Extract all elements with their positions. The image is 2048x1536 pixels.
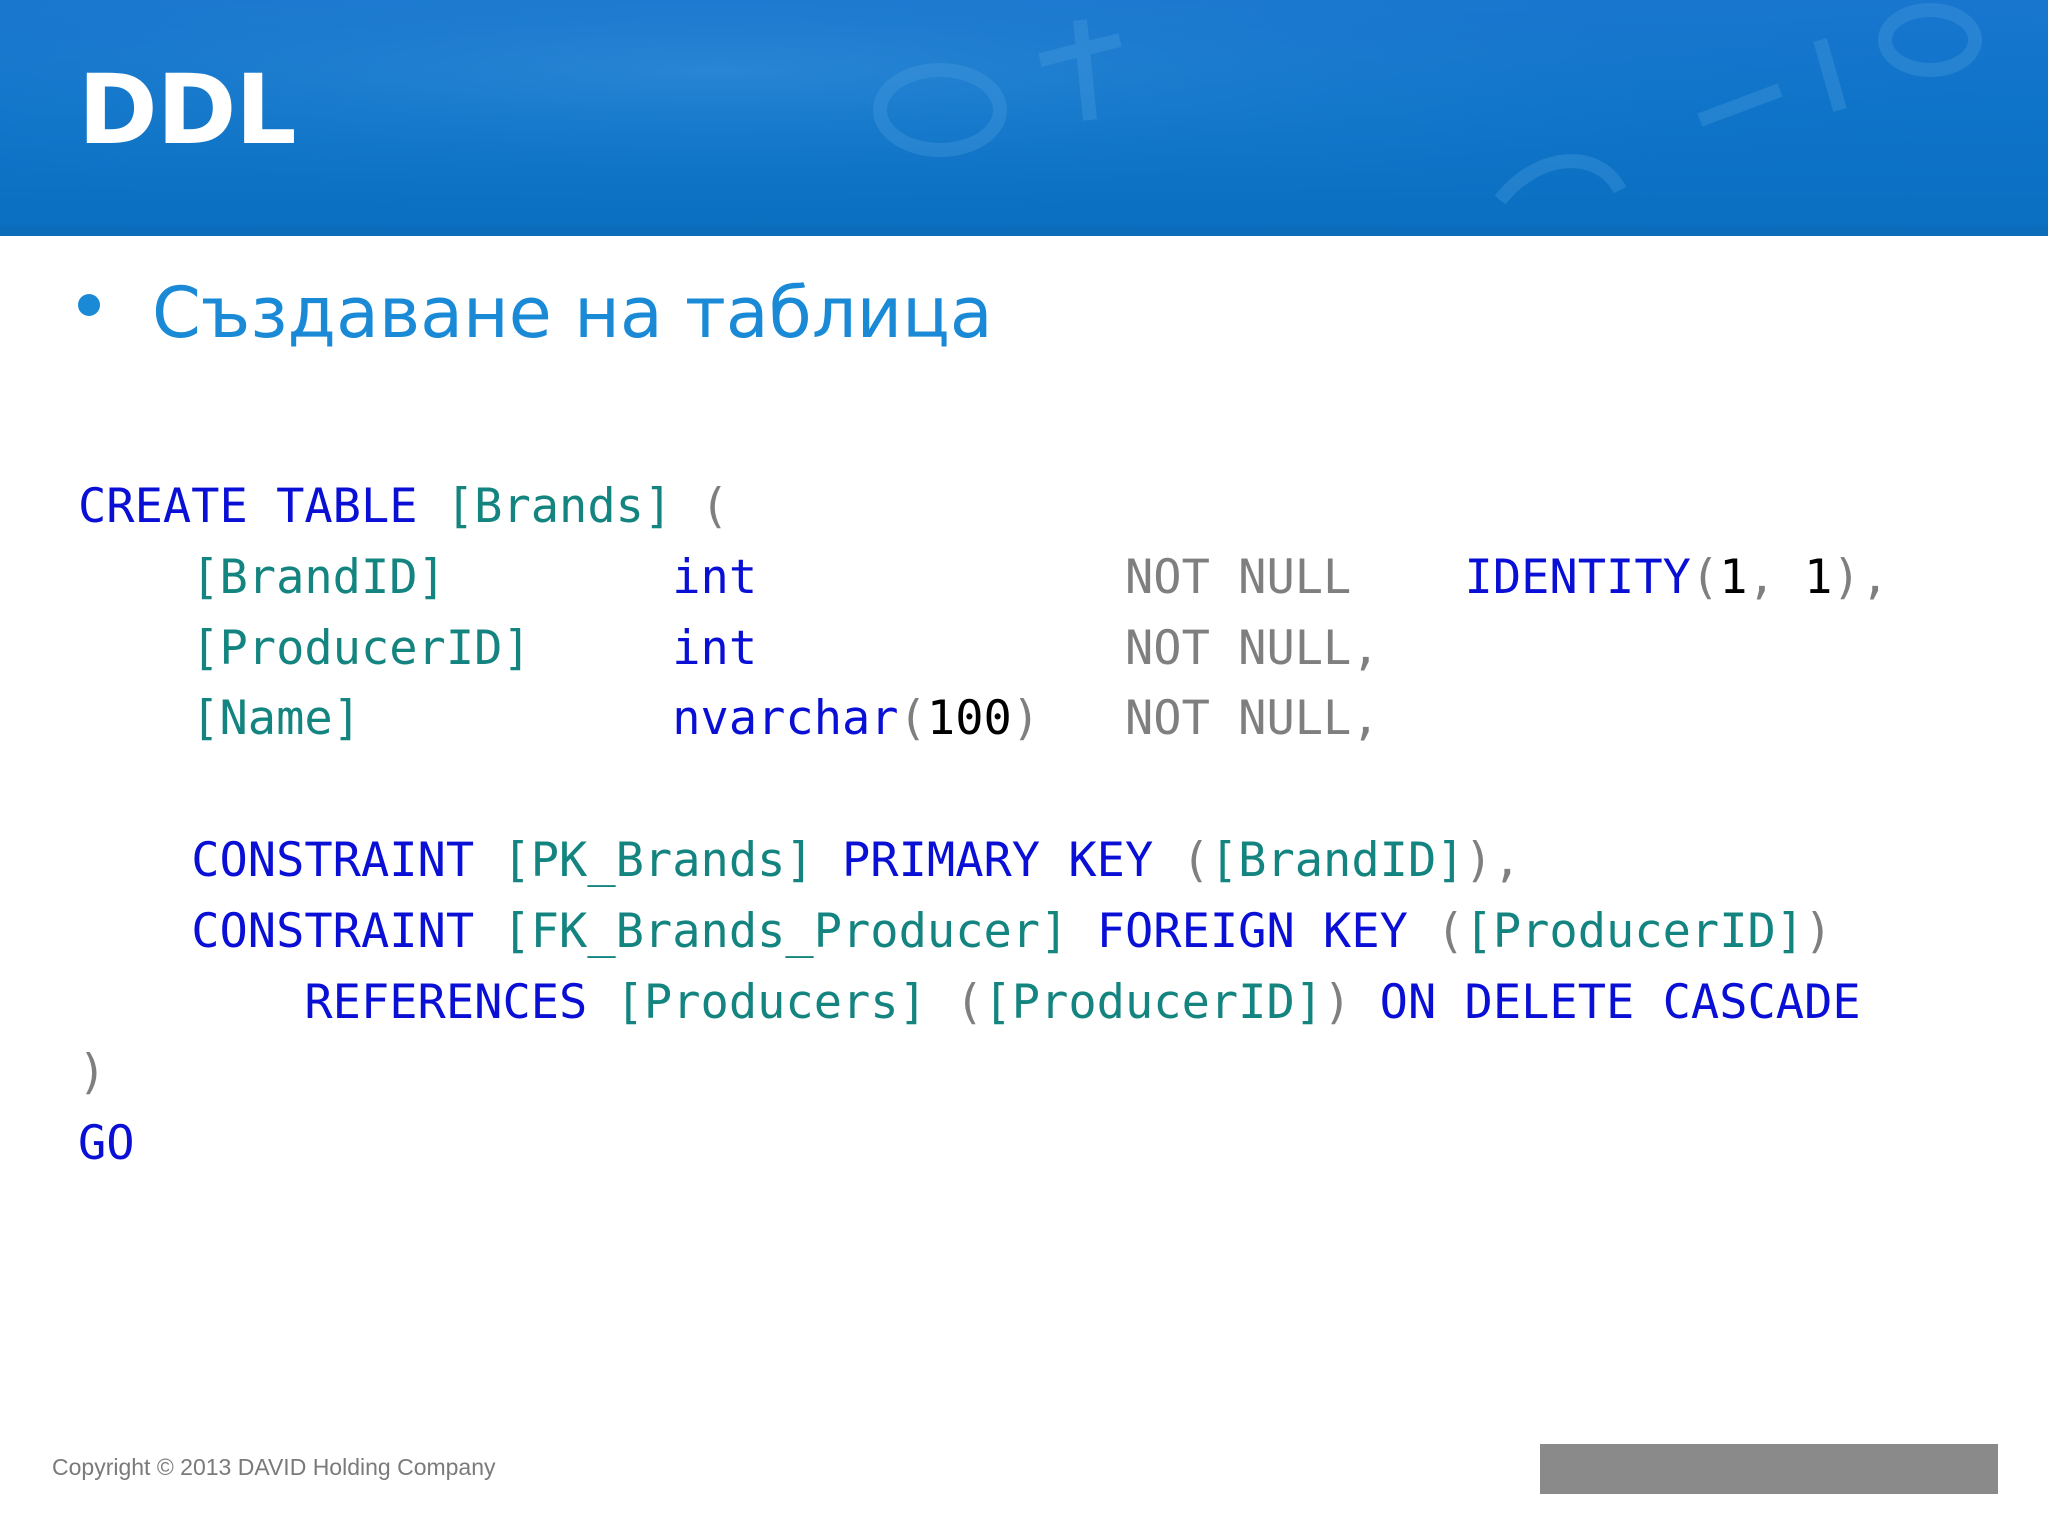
code-token: 100	[926, 691, 1012, 747]
bullet-text: Създаване на таблица	[152, 272, 993, 354]
code-token: )	[1011, 691, 1041, 747]
code-token: )	[78, 1045, 107, 1101]
banner-background-pattern	[0, 0, 2048, 236]
code-token: NOT NULL	[1124, 549, 1352, 605]
code-token: ),	[1832, 549, 1889, 605]
code-token: [ProducerID]	[983, 974, 1324, 1030]
code-token: GO	[78, 1116, 135, 1172]
copyright-text: Copyright © 2013 DAVID Holding Company	[52, 1454, 496, 1480]
code-token: (	[1181, 832, 1210, 888]
code-token: [BrandID]	[191, 549, 446, 605]
code-token: [ProducerID]	[1464, 903, 1805, 959]
sql-code-block: CREATE TABLE [Brands] ( [BrandID] int NO…	[78, 472, 1889, 1180]
code-token: NOT NULL,	[1124, 691, 1380, 747]
bullet-dot-icon	[78, 294, 100, 316]
code-line: [ProducerID] int NOT NULL,	[78, 614, 1889, 685]
code-token: FOREIGN KEY	[1096, 903, 1408, 959]
code-token: IDENTITY	[1464, 549, 1691, 605]
code-line: REFERENCES [Producers] ([ProducerID]) ON…	[78, 968, 1889, 1039]
code-token: [Producers]	[615, 974, 927, 1030]
code-token: (	[898, 691, 927, 747]
code-token: [FK_Brands_Producer]	[502, 903, 1069, 959]
code-token: [ProducerID]	[191, 620, 531, 676]
code-token: 1	[1719, 549, 1748, 605]
footer-bar	[1540, 1444, 1998, 1494]
code-token: PRIMARY KEY	[842, 832, 1154, 888]
code-token: NOT NULL,	[1124, 620, 1380, 676]
code-token: [BrandID]	[1209, 832, 1465, 888]
code-token: (	[955, 974, 984, 1030]
code-line: CONSTRAINT [PK_Brands] PRIMARY KEY ([Bra…	[78, 826, 1889, 897]
code-token: 1	[1804, 549, 1833, 605]
code-token: [Brands]	[445, 479, 673, 534]
code-line: GO	[78, 1109, 1889, 1180]
code-token: (	[700, 479, 729, 534]
code-token: [Name]	[191, 691, 361, 747]
code-line: CREATE TABLE [Brands] (	[78, 472, 1889, 543]
code-token: int	[672, 549, 758, 605]
code-token: [PK_Brands]	[502, 832, 814, 888]
code-token: CREATE TABLE	[78, 479, 418, 534]
code-token: CONSTRAINT	[191, 832, 475, 888]
title-banner: DDL	[0, 0, 2048, 236]
code-line: [Name] nvarchar(100) NOT NULL,	[78, 684, 1889, 755]
code-line: )	[78, 1038, 1889, 1109]
code-token: ON DELETE CASCADE	[1379, 974, 1861, 1030]
code-token: ,	[1747, 549, 1805, 605]
code-token: nvarchar	[672, 691, 899, 747]
code-token: (	[1436, 903, 1465, 959]
code-token: ),	[1464, 832, 1522, 888]
slide-title: DDL	[78, 54, 297, 166]
code-token: (	[1690, 549, 1720, 605]
code-token: int	[672, 620, 758, 676]
code-line: CONSTRAINT [FK_Brands_Producer] FOREIGN …	[78, 897, 1889, 968]
code-token: REFERENCES	[304, 974, 588, 1030]
code-token: )	[1804, 903, 1833, 959]
code-token: CONSTRAINT	[191, 903, 475, 959]
code-token: )	[1323, 974, 1352, 1030]
code-line: [BrandID] int NOT NULL IDENTITY(1, 1),	[78, 543, 1889, 614]
